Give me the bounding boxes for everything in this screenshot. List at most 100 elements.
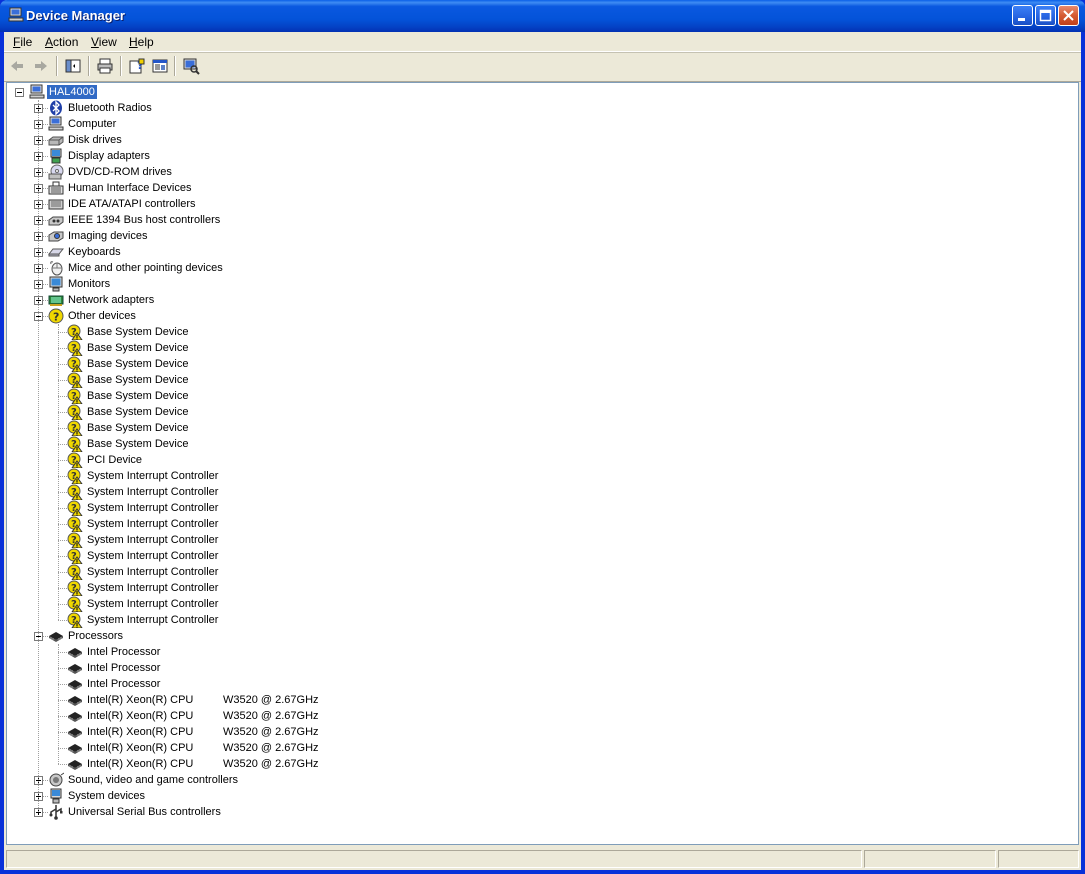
tree-item-label: Intel Processor [87,662,161,674]
tree-category-disk-drives[interactable]: Disk drives [7,132,607,148]
help-icon[interactable]: ? [128,57,146,75]
tree-root-hal4000[interactable]: HAL4000 [7,84,607,100]
tree-category-ide-ata-atapi-controllers[interactable]: IDE ATA/ATAPI controllers [7,196,607,212]
menu-file[interactable]: File [13,35,32,49]
tree-category-bluetooth-radios[interactable]: Bluetooth Radios [7,100,607,116]
device-tree-pane[interactable]: HAL4000 Bluetooth Radios Computer Disk driv… [6,82,1079,845]
tree-item-label: Processors [68,630,124,642]
tree-device-item[interactable]: Intel Processor [7,644,607,660]
tree-device-item[interactable]: ? System Interrupt Controller [7,612,607,628]
processor-icon [68,728,82,738]
tree-line-horizontal [58,764,67,765]
tree-category-mice-and-other-pointing-devices[interactable]: Mice and other pointing devices [7,260,607,276]
tree-device-item[interactable]: ? Base System Device [7,324,607,340]
properties-icon[interactable] [151,57,169,75]
tree-item-label: Base System Device [87,438,189,450]
forward-icon[interactable] [32,57,50,75]
tree-line-horizontal [58,492,67,493]
warning-device-icon: ? [67,468,83,484]
tree-item-label: System Interrupt Controller [87,550,219,562]
tree-device-item[interactable]: ? System Interrupt Controller [7,564,607,580]
tree-line-horizontal [43,252,48,253]
tree-line-horizontal [43,188,48,189]
menu-help[interactable]: Help [129,35,154,49]
tree-device-item[interactable]: Intel(R) Xeon(R) CPU W3520 @ 2.67GHz [7,692,607,708]
tree-category-other-devices[interactable]: ? Other devices [7,308,607,324]
tree-line-horizontal [58,428,67,429]
tree-device-item[interactable]: Intel(R) Xeon(R) CPU W3520 @ 2.67GHz [7,756,607,772]
tree-line-horizontal [58,364,67,365]
tree-root-expander[interactable] [15,88,24,97]
tree-device-item[interactable]: ? Base System Device [7,436,607,452]
tree-category-processors[interactable]: Processors [7,628,607,644]
tree-device-item[interactable]: Intel Processor [7,660,607,676]
warning-device-icon: ? [67,564,83,580]
back-icon[interactable] [8,57,26,75]
tree-device-item[interactable]: ? Base System Device [7,420,607,436]
tree-line-horizontal [43,108,48,109]
tree-line-horizontal [43,124,48,125]
device-tree[interactable]: HAL4000 Bluetooth Radios Computer Disk driv… [7,83,1078,844]
close-button[interactable] [1058,5,1079,26]
tree-device-item[interactable]: ? System Interrupt Controller [7,548,607,564]
tree-device-item[interactable]: ? Base System Device [7,404,607,420]
tree-device-item[interactable]: ? System Interrupt Controller [7,516,607,532]
tree-device-item[interactable]: Intel Processor [7,676,607,692]
tree-line-horizontal [58,476,67,477]
tree-device-item[interactable]: ? Base System Device [7,356,607,372]
print-icon[interactable] [96,57,114,75]
system-devices-icon [50,788,62,804]
tree-device-item[interactable]: ? System Interrupt Controller [7,532,607,548]
dvd-drive-icon [48,164,64,180]
tree-device-item[interactable]: Intel(R) Xeon(R) CPU W3520 @ 2.67GHz [7,724,607,740]
show-hide-tree-icon[interactable] [64,57,82,75]
scan-hardware-icon[interactable] [182,57,200,75]
tree-line-horizontal [43,204,48,205]
tree-category-computer[interactable]: Computer [7,116,607,132]
tree-device-item[interactable]: ? System Interrupt Controller [7,580,607,596]
tree-item-label: IDE ATA/ATAPI controllers [68,198,196,210]
tree-line-vertical [58,644,59,764]
tree-category-human-interface-devices[interactable]: Human Interface Devices [7,180,607,196]
maximize-button[interactable] [1035,5,1056,26]
tree-category-monitors[interactable]: Monitors [7,276,607,292]
tree-category-imaging-devices[interactable]: Imaging devices [7,228,607,244]
tree-device-item[interactable]: ? System Interrupt Controller [7,500,607,516]
tree-item-label: System Interrupt Controller [87,614,219,626]
tree-line-horizontal [58,348,67,349]
tree-category-system-devices[interactable]: System devices [7,788,607,804]
tree-item-label: Keyboards [68,246,121,258]
tree-category-sound-video-and-game-controllers[interactable]: Sound, video and game controllers [7,772,607,788]
tree-device-item[interactable]: ? Base System Device [7,372,607,388]
title-bar[interactable]: Device Manager [0,0,1085,32]
tree-device-item[interactable]: ? Base System Device [7,340,607,356]
tree-device-item[interactable]: ? System Interrupt Controller [7,596,607,612]
tree-device-item[interactable]: ? Base System Device [7,388,607,404]
computer-icon [8,7,24,22]
tree-category-keyboards[interactable]: Keyboards [7,244,607,260]
warning-device-icon: ? [67,484,83,500]
tree-device-item[interactable]: ? System Interrupt Controller [7,468,607,484]
menu-view[interactable]: View [91,35,117,49]
tree-category-universal-serial-bus-controllers[interactable]: Universal Serial Bus controllers [7,804,607,820]
tree-category-network-adapters[interactable]: Network adapters [7,292,607,308]
minimize-button[interactable] [1012,5,1033,26]
processor-icon [68,664,82,674]
tree-category-dvd-cd-rom-drives[interactable]: DVD/CD-ROM drives [7,164,607,180]
tree-category-ieee-1394-bus-host-controllers[interactable]: IEEE 1394 Bus host controllers [7,212,607,228]
menu-action[interactable]: Action [45,35,78,49]
tree-item-label: Disk drives [68,134,122,146]
tree-line-horizontal [43,140,48,141]
tree-device-item[interactable]: ? System Interrupt Controller [7,484,607,500]
tree-device-item[interactable]: Intel(R) Xeon(R) CPU W3520 @ 2.67GHz [7,708,607,724]
tree-device-item[interactable]: Intel(R) Xeon(R) CPU W3520 @ 2.67GHz [7,740,607,756]
toolbar: ? [4,52,1081,82]
tree-category-display-adapters[interactable]: Display adapters [7,148,607,164]
tree-device-item[interactable]: ? PCI Device [7,452,607,468]
warning-device-icon: ? [67,612,83,628]
tree-item-label: System Interrupt Controller [87,502,219,514]
tree-item-label: Intel(R) Xeon(R) CPU [87,758,194,770]
imaging-device-icon [48,231,64,242]
toolbar-separator [120,56,122,76]
tree-line-horizontal [58,716,67,717]
